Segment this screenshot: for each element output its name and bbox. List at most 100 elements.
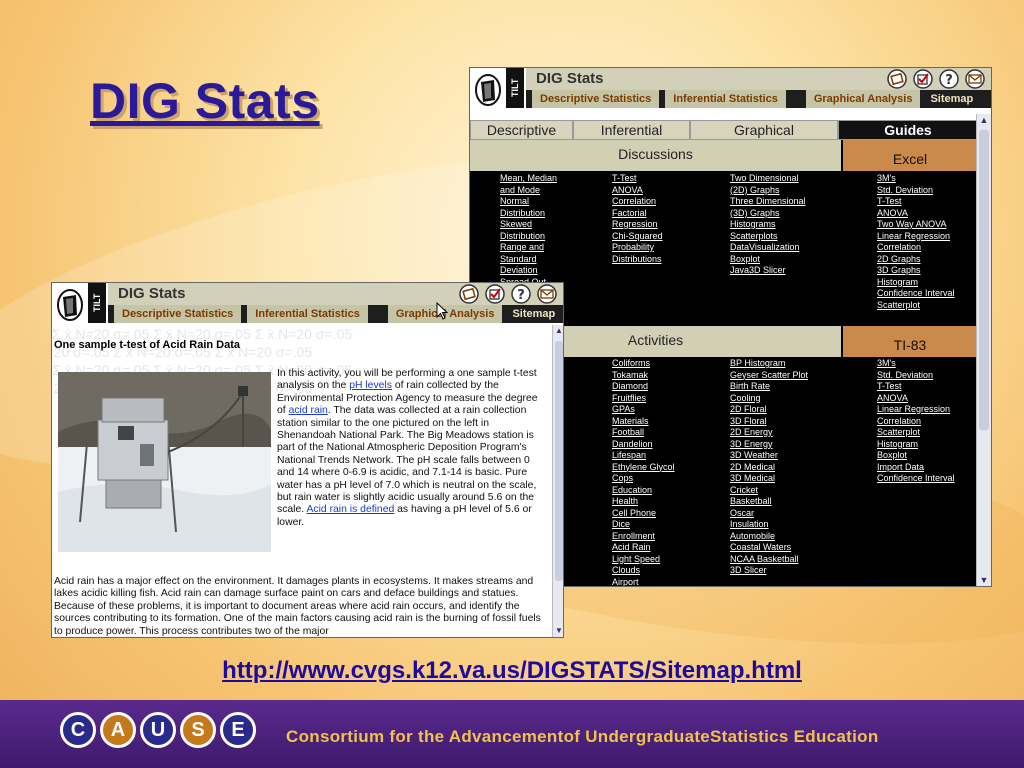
sitemap-link[interactable]: Std. Deviation <box>877 185 955 197</box>
sitemap-link[interactable]: Std. Deviation <box>877 370 955 382</box>
sitemap-link[interactable]: Deviation <box>500 265 557 277</box>
sitemap-link[interactable]: Normal <box>500 196 557 208</box>
subtab-graphical[interactable]: Graphical <box>690 120 838 140</box>
sitemap-link[interactable]: Scatterplots <box>730 231 806 243</box>
sitemap-link[interactable]: Clouds <box>612 565 675 577</box>
sitemap-link[interactable]: 3D Floral <box>730 416 808 428</box>
sitemap-link[interactable]: Distribution <box>500 208 557 220</box>
scrollbar-thumb[interactable] <box>979 130 989 430</box>
scroll-up-icon[interactable]: ▲ <box>977 114 991 126</box>
sitemap-link[interactable]: Confidence Interval <box>877 288 955 300</box>
sitemap-url-link[interactable]: http://www.cvgs.k12.va.us/DIGSTATS/Sitem… <box>0 657 1024 685</box>
sitemap-link[interactable]: 2D Medical <box>730 462 808 474</box>
scroll-up-icon[interactable]: ▲ <box>553 325 563 337</box>
sitemap-link[interactable]: T-Test <box>877 381 955 393</box>
help-icon[interactable]: ? <box>511 284 531 304</box>
sitemap-link[interactable]: Two Dimensional <box>730 173 806 185</box>
sitemap-link[interactable]: Factorial <box>612 208 663 220</box>
sitemap-link[interactable]: Correlation <box>877 242 955 254</box>
sitemap-link[interactable]: Basketball <box>730 496 808 508</box>
camera-icon[interactable] <box>459 284 479 304</box>
subtab-descriptive[interactable]: Descriptive <box>470 120 573 140</box>
sitemap-link[interactable]: ANOVA <box>612 185 663 197</box>
sitemap-link[interactable]: Coliforms <box>612 358 675 370</box>
sitemap-link[interactable]: Cops <box>612 473 675 485</box>
nav-tab-sitemap[interactable]: Sitemap <box>504 305 563 323</box>
sitemap-link[interactable]: and Mode <box>500 185 557 197</box>
camera-icon[interactable] <box>887 69 907 89</box>
sitemap-link[interactable]: Cell Phone <box>612 508 675 520</box>
sitemap-link[interactable]: (2D) Graphs <box>730 185 806 197</box>
sitemap-link[interactable]: Chi-Squared <box>612 231 663 243</box>
sitemap-link[interactable]: Three Dimensional <box>730 196 806 208</box>
sitemap-link[interactable]: Standard <box>500 254 557 266</box>
sitemap-link[interactable]: Java3D Slicer <box>730 265 806 277</box>
sitemap-link[interactable]: Import Data <box>877 462 955 474</box>
sitemap-link[interactable]: Materials <box>612 416 675 428</box>
sitemap-link[interactable]: Linear Regression <box>877 404 955 416</box>
acid-rain-link[interactable]: acid rain <box>289 405 328 416</box>
sitemap-link[interactable]: (3D) Graphs <box>730 208 806 220</box>
sitemap-link[interactable]: Lifespan <box>612 450 675 462</box>
sitemap-link[interactable]: Cooling <box>730 393 808 405</box>
help-icon[interactable]: ? <box>939 69 959 89</box>
sitemap-link[interactable]: Football <box>612 427 675 439</box>
scrollbar-thumb[interactable] <box>555 341 563 581</box>
sitemap-link[interactable]: T-Test <box>877 196 955 208</box>
sitemap-link[interactable]: 3M's <box>877 358 955 370</box>
nav-tab-descriptive[interactable]: Descriptive Statistics <box>532 90 660 108</box>
sitemap-link[interactable]: Scatterplot <box>877 300 955 312</box>
sitemap-link[interactable]: Birth Rate <box>730 381 808 393</box>
sitemap-link[interactable]: Education <box>612 485 675 497</box>
sitemap-link[interactable]: Confidence Interval <box>877 473 955 485</box>
sitemap-link[interactable]: Linear Regression <box>877 231 955 243</box>
sitemap-link[interactable]: Histogram <box>877 277 955 289</box>
sitemap-link[interactable]: Boxplot <box>877 450 955 462</box>
checkmark-icon[interactable] <box>485 284 505 304</box>
subtab-inferential[interactable]: Inferential <box>573 120 690 140</box>
sitemap-link[interactable]: Cricket <box>730 485 808 497</box>
sitemap-link[interactable]: Acid Rain <box>612 542 675 554</box>
sitemap-link[interactable]: Fruitflies <box>612 393 675 405</box>
sitemap-link[interactable]: Geyser Scatter Plot <box>730 370 808 382</box>
sitemap-link[interactable]: Regression <box>612 219 663 231</box>
sitemap-link[interactable]: 3D Slicer <box>730 565 808 577</box>
activity-scrollbar[interactable]: ▲ ▼ <box>552 325 563 637</box>
subtab-guides[interactable]: Guides <box>838 120 978 140</box>
sitemap-link[interactable]: BP Histogram <box>730 358 808 370</box>
sitemap-link[interactable]: Two Way ANOVA <box>877 219 955 231</box>
mail-icon[interactable] <box>537 284 557 304</box>
sitemap-link[interactable]: Range and <box>500 242 557 254</box>
sitemap-link[interactable]: ANOVA <box>877 208 955 220</box>
sitemap-link[interactable]: 3D Graphs <box>877 265 955 277</box>
sitemap-link[interactable]: Distributions <box>612 254 663 266</box>
nav-tab-inferential[interactable]: Inferential Statistics <box>665 90 786 108</box>
sitemap-link[interactable]: Correlation <box>612 196 663 208</box>
sitemap-link[interactable]: 2D Graphs <box>877 254 955 266</box>
sitemap-link[interactable]: Insulation <box>730 519 808 531</box>
scroll-down-icon[interactable]: ▼ <box>977 574 991 586</box>
sitemap-link[interactable]: Boxplot <box>730 254 806 266</box>
sitemap-link[interactable]: Automobile <box>730 531 808 543</box>
sitemap-link[interactable]: Probability <box>612 242 663 254</box>
sitemap-link[interactable]: DataVisualization <box>730 242 806 254</box>
sitemap-link[interactable]: 3M's <box>877 173 955 185</box>
sitemap-link[interactable]: Dandelion <box>612 439 675 451</box>
sitemap-link[interactable]: ANOVA <box>877 393 955 405</box>
mail-icon[interactable] <box>965 69 985 89</box>
sitemap-link[interactable]: Distribution <box>500 231 557 243</box>
nav-tab-inferential[interactable]: Inferential Statistics <box>247 305 368 323</box>
sitemap-link[interactable]: GPAs <box>612 404 675 416</box>
sitemap-link[interactable]: Correlation <box>877 416 955 428</box>
sitemap-link[interactable]: Skewed <box>500 219 557 231</box>
sitemap-link[interactable]: Histogram <box>877 439 955 451</box>
sitemap-link[interactable]: Oscar <box>730 508 808 520</box>
sitemap-link[interactable]: Diamond <box>612 381 675 393</box>
sitemap-scrollbar[interactable]: ▲ ▼ <box>976 114 991 586</box>
sitemap-link[interactable]: Airport <box>612 577 675 587</box>
sitemap-link[interactable]: Coastal Waters <box>730 542 808 554</box>
sitemap-link[interactable]: 3D Energy <box>730 439 808 451</box>
sitemap-link[interactable]: T-Test <box>612 173 663 185</box>
sitemap-link[interactable]: Tokamak <box>612 370 675 382</box>
sitemap-link[interactable]: NCAA Basketball <box>730 554 808 566</box>
